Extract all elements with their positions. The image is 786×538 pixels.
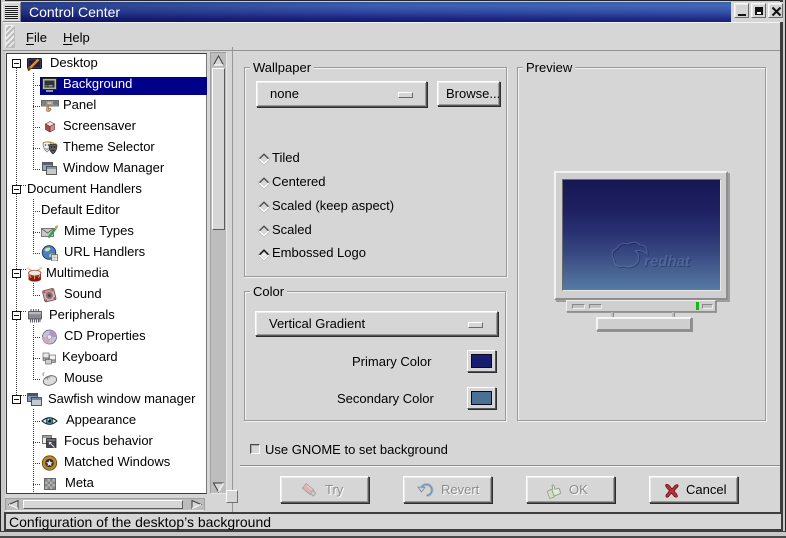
svg-text:redhat: redhat — [644, 253, 691, 270]
